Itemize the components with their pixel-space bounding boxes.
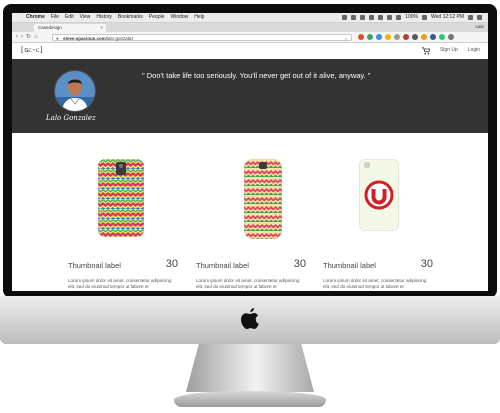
status-icon[interactable] xyxy=(378,15,384,20)
extension-icon[interactable] xyxy=(403,34,409,40)
menu-view[interactable]: View xyxy=(80,13,91,22)
browser-tab[interactable]: Casedesign × xyxy=(34,24,106,32)
mac-menubar: Chrome File Edit View History Bookmarks … xyxy=(12,13,488,23)
extension-icon[interactable] xyxy=(439,34,445,40)
url-host: steve.spacious.com xyxy=(63,35,106,41)
apple-logo-icon xyxy=(241,308,259,329)
site-navbar: [ɢᴄ-ᴄ] Sign Up Login xyxy=(12,43,488,60)
home-icon[interactable]: ⌂ xyxy=(34,33,38,41)
screen: Chrome File Edit View History Bookmarks … xyxy=(12,13,488,291)
thumbnail-label[interactable]: Thumbnail label xyxy=(196,261,249,270)
price: 30 xyxy=(165,258,178,270)
menu-edit[interactable]: Edit xyxy=(65,13,74,22)
forward-icon[interactable]: › xyxy=(21,33,23,41)
close-tab-icon[interactable]: × xyxy=(100,24,103,32)
menubar-clock[interactable]: Wed 12:12 PM xyxy=(431,13,464,22)
status-icon[interactable] xyxy=(342,15,348,20)
status-icon[interactable] xyxy=(351,15,357,20)
description: Lorem ipsum dolor sit amet, consectetur … xyxy=(68,278,172,289)
menu-history[interactable]: History xyxy=(96,13,112,22)
profile-name: Lalo Gonzalez xyxy=(46,114,96,122)
site-logo[interactable]: [ɢᴄ-ᴄ] xyxy=(20,46,44,54)
status-icon[interactable] xyxy=(369,15,375,20)
url-path: /lalo-gonzalez xyxy=(105,35,134,41)
menu-bookmarks[interactable]: Bookmarks xyxy=(118,13,143,22)
extension-icon[interactable] xyxy=(421,34,427,40)
phone-case-image[interactable] xyxy=(359,159,399,231)
phone-case-image[interactable] xyxy=(244,159,282,239)
menu-help[interactable]: Help xyxy=(194,13,204,22)
volume-icon[interactable] xyxy=(396,15,402,20)
extension-icon[interactable] xyxy=(412,34,418,40)
extension-icon[interactable] xyxy=(358,34,364,40)
product-card[interactable]: Thumbnail label 30 Lorem ipsum dolor sit… xyxy=(196,133,306,291)
battery-icon[interactable] xyxy=(422,15,428,20)
bookmark-star-icon[interactable]: ☆ xyxy=(344,35,348,42)
search-icon[interactable] xyxy=(468,15,473,20)
product-card[interactable]: Thumbnail label 30 Lorem ipsum dolor sit… xyxy=(323,133,433,291)
extension-icon[interactable] xyxy=(394,34,400,40)
extension-icon[interactable] xyxy=(385,34,391,40)
extension-icon[interactable] xyxy=(367,34,373,40)
tab-title: Casedesign xyxy=(38,25,62,30)
profile-header: Lalo Gonzalez " Don't take life too seri… xyxy=(12,59,488,133)
status-icon[interactable] xyxy=(360,15,366,20)
battery-percent: 100% xyxy=(405,14,419,20)
reload-icon[interactable]: ↻ xyxy=(26,33,31,41)
secure-icon: ● xyxy=(56,35,59,41)
price: 30 xyxy=(293,258,306,270)
monitor-foot xyxy=(174,391,326,407)
menu-file[interactable]: File xyxy=(51,13,59,22)
menu-window[interactable]: Window xyxy=(171,13,189,22)
extension-icon[interactable] xyxy=(376,34,382,40)
signup-link[interactable]: Sign Up xyxy=(440,46,458,55)
profile-name[interactable]: Lalo xyxy=(475,24,484,29)
list-icon[interactable] xyxy=(477,15,482,20)
menu-icon[interactable] xyxy=(448,34,454,40)
thumbnail-label[interactable]: Thumbnail label xyxy=(323,261,376,270)
thumbnail-label[interactable]: Thumbnail label xyxy=(68,261,121,270)
avatar[interactable] xyxy=(54,70,96,112)
extension-icon[interactable] xyxy=(430,34,436,40)
product-card[interactable]: Thumbnail label 30 Lorem ipsum dolor sit… xyxy=(68,133,178,291)
profile-quote: " Don't take life too seriously. You'll … xyxy=(142,71,371,80)
menu-people[interactable]: People xyxy=(149,13,165,22)
menu-chrome[interactable]: Chrome xyxy=(26,13,45,22)
products-grid: Thumbnail label 30 Lorem ipsum dolor sit… xyxy=(12,133,488,291)
description: Lorem ipsum dolor sit amet, consectetur … xyxy=(323,278,427,289)
address-bar[interactable]: ● steve.spacious.com/lalo-gonzalez ☆ xyxy=(52,33,352,42)
back-icon[interactable]: ‹ xyxy=(16,33,18,41)
wifi-icon[interactable] xyxy=(387,15,393,20)
browser-tabbar: Casedesign × Lalo xyxy=(12,23,488,32)
price: 30 xyxy=(420,258,433,270)
cart-icon[interactable] xyxy=(421,46,430,55)
phone-case-image[interactable] xyxy=(98,159,144,237)
description: Lorem ipsum dolor sit amet, consectetur … xyxy=(196,278,300,289)
login-link[interactable]: Login xyxy=(468,46,480,55)
monitor-stand xyxy=(186,344,314,392)
extensions xyxy=(358,34,454,40)
imac-monitor: Chrome File Edit View History Bookmarks … xyxy=(0,0,500,413)
browser-toolbar: ‹ › ↻ ⌂ ● steve.spacious.com/lalo-gonzal… xyxy=(12,32,488,43)
